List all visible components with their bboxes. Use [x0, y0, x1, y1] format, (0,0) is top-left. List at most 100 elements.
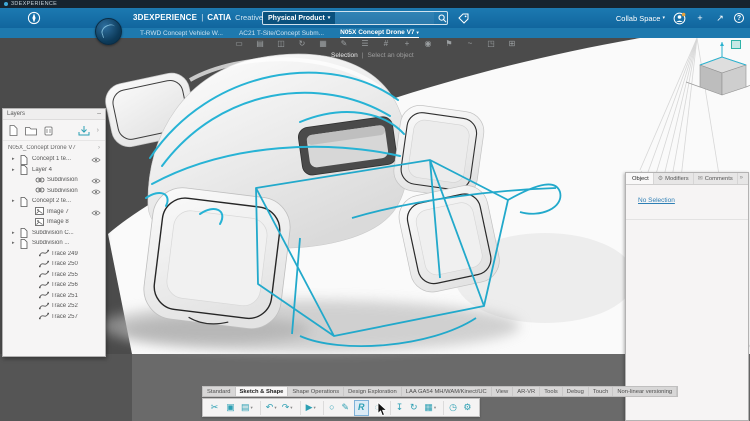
layer-tree-item[interactable]: ▸ — [3, 270, 105, 281]
layer-tree-item[interactable]: ▸ — [3, 165, 105, 176]
history-icon[interactable]: ◷ ▾ — [443, 401, 458, 415]
viewport-icon[interactable]: ◳ — [485, 39, 497, 48]
redo-icon[interactable]: ↷ ▾ — [281, 401, 294, 415]
layer-tree-item[interactable]: ▸ — [3, 312, 105, 323]
no-selection-link[interactable]: No Selection — [638, 197, 675, 204]
layer-tree-item[interactable]: ▸ — [3, 154, 105, 165]
action-bar-tab[interactable]: Touch — [589, 387, 613, 396]
update-icon[interactable]: ↻ — [296, 39, 308, 48]
cut-icon[interactable]: ✂ ▾ — [208, 401, 221, 415]
new-window-icon[interactable]: ▭ — [233, 39, 245, 48]
grid-plus-icon[interactable]: ⊞ — [506, 39, 518, 48]
import-layer-icon[interactable] — [78, 125, 90, 136]
expander-icon[interactable]: ▸ — [12, 167, 17, 173]
app-logo-icon — [4, 2, 8, 6]
user-avatar-icon[interactable] — [673, 12, 686, 25]
action-bar-tab[interactable]: AR-VR — [513, 387, 540, 396]
paste-icon[interactable]: ▤ ▾ — [240, 401, 254, 415]
settings-icon[interactable]: ⚙ ▾ — [461, 401, 474, 415]
action-bar-tab-label: Touch — [593, 389, 608, 395]
properties-tab[interactable]: ✉ Comments — [694, 173, 738, 184]
breadcrumb-item[interactable]: AC21 T-Site/Concept Subm... ▾ — [239, 28, 324, 38]
visibility-eye-icon[interactable] — [91, 182, 101, 200]
trace-curve-icon — [39, 312, 49, 320]
expander-icon[interactable]: ▸ — [12, 198, 17, 204]
3ds-logo[interactable] — [95, 18, 122, 45]
gesture-sketch-icon[interactable]: R ▾ — [355, 401, 368, 415]
mesh-icon[interactable]: ▦ — [317, 39, 329, 48]
tag-icon[interactable] — [458, 13, 469, 24]
expander-icon[interactable]: ▸ — [12, 156, 17, 162]
minimize-icon[interactable]: – — [97, 111, 101, 117]
layer-tree-item[interactable]: ▸ — [3, 280, 105, 291]
help-icon[interactable]: ? — [734, 13, 744, 23]
action-bar-tab[interactable]: Shape Operations — [288, 387, 344, 396]
action-bar-tab-label: Design Exploration — [348, 389, 397, 395]
action-bar-tab[interactable]: Standard — [203, 387, 236, 396]
action-bar-tab[interactable]: Tools — [540, 387, 563, 396]
chevron-down-icon: ▾ — [314, 405, 316, 411]
expander-icon[interactable]: ▸ — [12, 240, 17, 246]
new-layer-icon[interactable] — [9, 125, 18, 136]
status-divider: | — [362, 52, 364, 59]
draw-curve-icon[interactable]: ✎ ▾ — [339, 401, 352, 415]
annotate-icon[interactable]: ✎ — [338, 39, 350, 48]
properties-tab[interactable]: ⚙ Modifiers — [654, 173, 694, 184]
compare-icon[interactable]: ◫ — [275, 39, 287, 48]
tab-label: Comments — [705, 176, 733, 182]
undo-icon[interactable]: ↶ ▾ — [260, 401, 278, 415]
add-icon[interactable]: + — [694, 12, 706, 24]
pod-front-left[interactable] — [140, 184, 293, 332]
layer-tree-item[interactable]: ▸ — [3, 249, 105, 260]
action-bar-tab[interactable]: LAA GA54 MH/WAM/Kinect/UC — [402, 387, 492, 396]
layer-tree-item[interactable]: ▸ — [3, 291, 105, 302]
refresh-icon[interactable]: ↻ ▾ — [407, 401, 420, 415]
breadcrumb-item[interactable]: T-RWD Concept Vehicle W... ▾ — [140, 28, 223, 38]
flag-icon[interactable]: ⚑ — [443, 39, 455, 48]
anchor-icon[interactable]: ↧ ▾ — [390, 401, 405, 415]
focus-icon[interactable]: ◉ — [422, 39, 434, 48]
viewport-expand-icon[interactable] — [731, 40, 741, 49]
visibility-eye-icon[interactable] — [91, 150, 101, 168]
curve-icon[interactable]: ~ — [464, 39, 476, 48]
visibility-eye-icon[interactable] — [91, 203, 101, 221]
expander-icon[interactable]: ▸ — [12, 230, 17, 236]
collab-space-dropdown[interactable]: Collab Space ▾ — [616, 14, 665, 23]
chevron-right-icon[interactable]: › — [97, 127, 99, 134]
layer-tree-item[interactable]: ▸ — [3, 175, 105, 186]
page-icon — [20, 197, 28, 207]
search-scope-dropdown[interactable]: Physical Product ▾ — [263, 12, 335, 24]
action-bar-tab[interactable]: Non-linear versioning — [613, 387, 677, 396]
breadcrumb-item[interactable]: N05X Concept Drone V7 ▾ — [340, 28, 419, 38]
action-bar-tab[interactable]: Debug — [563, 387, 589, 396]
copy-icon[interactable]: ▣ ▾ — [224, 401, 237, 415]
search-input[interactable] — [335, 12, 434, 24]
new-folder-icon[interactable] — [25, 126, 37, 136]
layer-tree-item[interactable]: ▸ — [3, 186, 105, 197]
box-select-icon[interactable]: ▦ ▾ — [423, 401, 437, 415]
layer-tree-item[interactable]: ▸ — [3, 207, 105, 218]
action-bar-tab[interactable]: Sketch & Shape — [236, 387, 289, 396]
delete-layer-icon[interactable] — [44, 126, 53, 136]
list-icon[interactable]: ☰ — [359, 39, 371, 48]
snap-grid-icon[interactable]: # — [380, 39, 392, 48]
layer-tree-item[interactable]: ▸ — [3, 301, 105, 312]
layers-root-node[interactable]: N05X_Concept Drone V7 › — [3, 141, 105, 154]
snap-circle-icon[interactable]: ○ ▾ — [323, 401, 336, 415]
layer-tree-item[interactable]: ▸ — [3, 196, 105, 207]
panel-more-icon[interactable]: » — [740, 175, 746, 181]
layer-label: Subdivision — [47, 188, 88, 194]
search-button[interactable] — [434, 12, 448, 24]
add-icon[interactable]: + — [401, 39, 413, 48]
action-bar-tab[interactable]: View — [492, 387, 513, 396]
layer-tree-item[interactable]: ▸ — [3, 217, 105, 228]
layer-tree-item[interactable]: ▸ — [3, 238, 105, 249]
layer-tree-item[interactable]: ▸ — [3, 228, 105, 239]
stack-icon[interactable]: ▤ — [254, 39, 266, 48]
select-arrow-icon[interactable]: ▶ ▾ — [300, 401, 317, 415]
layer-tree-item[interactable]: ▸ — [3, 259, 105, 270]
properties-tab[interactable]: Object — [626, 173, 654, 184]
action-bar-tab[interactable]: Design Exploration — [344, 387, 402, 396]
3ds-compass-icon[interactable] — [27, 11, 41, 25]
share-icon[interactable]: ↗ — [714, 12, 726, 24]
